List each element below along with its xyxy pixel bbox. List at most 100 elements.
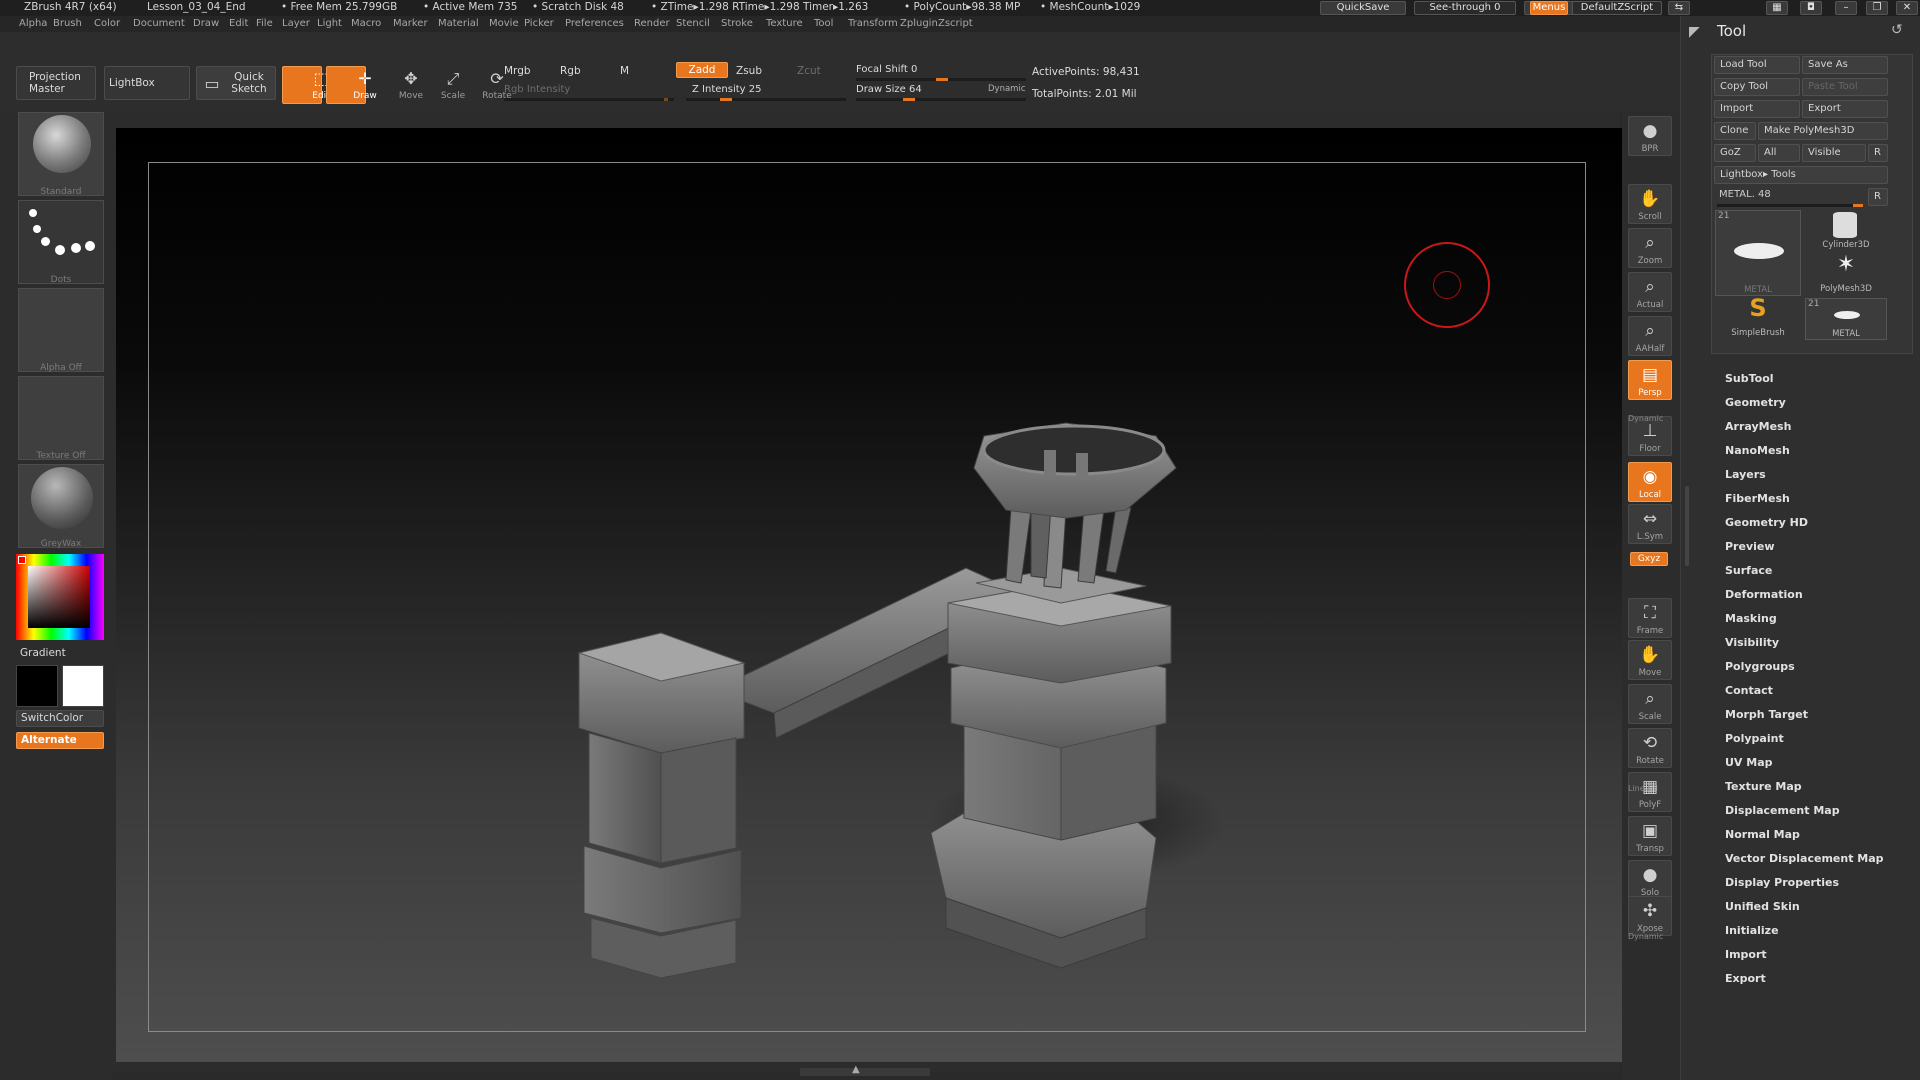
subpalette-subtool[interactable]: SubTool bbox=[1725, 372, 1774, 385]
rotate-mode-button[interactable]: ⟳ Rotate bbox=[458, 66, 511, 104]
tool-thumb-simplebrush[interactable]: S SimpleBrush bbox=[1715, 294, 1801, 340]
dynamic-toggle[interactable]: Dynamic bbox=[988, 84, 1026, 94]
menu-color[interactable]: Color bbox=[94, 16, 120, 32]
lock-icon[interactable]: ◘ bbox=[1800, 1, 1822, 15]
mrgb-button[interactable]: Mrgb bbox=[504, 65, 531, 77]
subpalette-surface[interactable]: Surface bbox=[1725, 564, 1772, 577]
subpalette-layers[interactable]: Layers bbox=[1725, 468, 1766, 481]
close-icon[interactable]: ✕ bbox=[1896, 1, 1918, 15]
goz-all-button[interactable]: All bbox=[1758, 144, 1800, 162]
zsub-button[interactable]: Zsub bbox=[736, 65, 762, 77]
menu-brush[interactable]: Brush bbox=[53, 16, 82, 32]
maximize-icon[interactable]: ❐ bbox=[1866, 1, 1888, 15]
minimize-icon[interactable]: – bbox=[1835, 1, 1857, 15]
switchcolor-button[interactable]: SwitchColor bbox=[16, 710, 104, 727]
gradient-label[interactable]: Gradient bbox=[20, 647, 66, 659]
subpalette-visibility[interactable]: Visibility bbox=[1725, 636, 1779, 649]
bpr-button[interactable]: ● BPR bbox=[1628, 116, 1672, 156]
subpalette-initialize[interactable]: Initialize bbox=[1725, 924, 1779, 937]
alpha-selector[interactable]: Alpha Off bbox=[18, 288, 104, 373]
palette-toggle-icon[interactable]: ⇆ bbox=[1668, 1, 1690, 15]
tool-thumb-polymesh3d[interactable]: ✶ PolyMesh3D bbox=[1805, 252, 1887, 294]
menu-document[interactable]: Document bbox=[133, 16, 185, 32]
actual-button[interactable]: ⌕ Actual bbox=[1628, 272, 1672, 312]
edit-mode-button[interactable]: ⬚ Edit bbox=[282, 66, 330, 104]
transp-button[interactable]: ▣ Transp bbox=[1628, 816, 1672, 856]
menu-tool[interactable]: Tool bbox=[814, 16, 833, 32]
subpalette-deformation[interactable]: Deformation bbox=[1725, 588, 1803, 601]
import-button[interactable]: Import bbox=[1714, 100, 1800, 118]
menu-stencil[interactable]: Stencil bbox=[676, 16, 710, 32]
goz-visible-button[interactable]: Visible bbox=[1802, 144, 1866, 162]
l-sym-button[interactable]: ⇔ L.Sym bbox=[1628, 504, 1672, 544]
make-polymesh-button[interactable]: Make PolyMesh3D bbox=[1758, 122, 1888, 140]
paste-tool-button[interactable]: Paste Tool bbox=[1802, 78, 1888, 96]
xyz-symmetry-button[interactable]: Gxyz bbox=[1630, 552, 1668, 566]
menu-zscript[interactable]: Zscript bbox=[938, 16, 973, 32]
texture-selector[interactable]: Texture Off bbox=[18, 376, 104, 461]
menu-preferences[interactable]: Preferences bbox=[565, 16, 624, 32]
document-canvas[interactable] bbox=[116, 128, 1622, 1062]
rgb-intensity-slider[interactable] bbox=[504, 98, 674, 101]
rotate-button[interactable]: ⟲ Rotate bbox=[1628, 728, 1672, 768]
subpalette-nanomesh[interactable]: NanoMesh bbox=[1725, 444, 1790, 457]
tool-r-button[interactable]: R bbox=[1868, 188, 1888, 206]
tool-thumb-metal[interactable]: 21 METAL bbox=[1715, 210, 1801, 296]
subpalette-normal-map[interactable]: Normal Map bbox=[1725, 828, 1800, 841]
menu-transform[interactable]: Transform bbox=[848, 16, 898, 32]
menu-macro[interactable]: Macro bbox=[351, 16, 381, 32]
zoom-button[interactable]: ⌕ Zoom bbox=[1628, 228, 1672, 268]
subpalette-texture-map[interactable]: Texture Map bbox=[1725, 780, 1802, 793]
quick-sketch-button[interactable]: ▭ Quick Sketch bbox=[196, 66, 276, 100]
subpalette-unified-skin[interactable]: Unified Skin bbox=[1725, 900, 1800, 913]
stroke-selector[interactable]: Dots bbox=[18, 200, 104, 285]
menu-stroke[interactable]: Stroke bbox=[721, 16, 753, 32]
menus-button[interactable]: Menus bbox=[1530, 1, 1568, 15]
subpalette-masking[interactable]: Masking bbox=[1725, 612, 1777, 625]
subpalette-import[interactable]: Import bbox=[1725, 948, 1767, 961]
color-square[interactable] bbox=[28, 566, 90, 628]
menu-file[interactable]: File bbox=[256, 16, 273, 32]
quicksave-button[interactable]: QuickSave bbox=[1320, 1, 1406, 15]
menu-alpha[interactable]: Alpha bbox=[19, 16, 47, 32]
default-zscript-button[interactable]: DefaultZScript bbox=[1572, 1, 1662, 15]
zadd-button[interactable]: Zadd bbox=[676, 62, 728, 78]
subpalette-contact[interactable]: Contact bbox=[1725, 684, 1773, 697]
subpalette-fibermesh[interactable]: FiberMesh bbox=[1725, 492, 1790, 505]
menu-material[interactable]: Material bbox=[438, 16, 479, 32]
menu-movie[interactable]: Movie bbox=[489, 16, 519, 32]
menu-layer[interactable]: Layer bbox=[282, 16, 310, 32]
subpalette-displacement-map[interactable]: Displacement Map bbox=[1725, 804, 1840, 817]
subpalette-morph-target[interactable]: Morph Target bbox=[1725, 708, 1808, 721]
rgb-button[interactable]: Rgb bbox=[560, 65, 581, 77]
clone-button[interactable]: Clone bbox=[1714, 122, 1756, 140]
menu-render[interactable]: Render bbox=[634, 16, 670, 32]
subpalette-vector-displacement-map[interactable]: Vector Displacement Map bbox=[1725, 852, 1884, 865]
brush-selector[interactable]: Standard bbox=[18, 112, 104, 197]
draw-size-slider[interactable] bbox=[856, 98, 1026, 101]
primary-color-swatch[interactable] bbox=[62, 665, 104, 707]
scale-button[interactable]: ⌕ Scale bbox=[1628, 684, 1672, 724]
color-picker[interactable] bbox=[16, 554, 104, 640]
subpalette-geometry-hd[interactable]: Geometry HD bbox=[1725, 516, 1808, 529]
palette-reset-icon[interactable]: ↺ bbox=[1891, 22, 1903, 38]
focal-shift-slider[interactable] bbox=[856, 78, 1026, 81]
local-button[interactable]: ◉ Local bbox=[1628, 462, 1672, 502]
goz-r-button[interactable]: R bbox=[1868, 144, 1888, 162]
subpalette-polygroups[interactable]: Polygroups bbox=[1725, 660, 1795, 673]
menu-picker[interactable]: Picker bbox=[524, 16, 554, 32]
scale-mode-button[interactable]: ⤢ Scale bbox=[414, 66, 465, 104]
scroll-button[interactable]: ✋ Scroll bbox=[1628, 184, 1672, 224]
subpalette-arraymesh[interactable]: ArrayMesh bbox=[1725, 420, 1791, 433]
draw-mode-button[interactable]: ✛ Draw bbox=[326, 66, 377, 104]
frame-button[interactable]: ⛶ Frame bbox=[1628, 598, 1672, 638]
subpalette-polypaint[interactable]: Polypaint bbox=[1725, 732, 1784, 745]
solo-button[interactable]: ● Solo bbox=[1628, 860, 1672, 900]
tool-thumb-metal-2[interactable]: 21 METAL bbox=[1805, 298, 1887, 340]
move-button[interactable]: ✋ Move bbox=[1628, 640, 1672, 680]
subpalette-preview[interactable]: Preview bbox=[1725, 540, 1775, 553]
tool-thumb-cylinder3d[interactable]: Cylinder3D bbox=[1805, 210, 1887, 250]
menu-zplugin[interactable]: Zplugin bbox=[900, 16, 938, 32]
persp-button[interactable]: ▤ Persp bbox=[1628, 360, 1672, 400]
alternate-button[interactable]: Alternate bbox=[16, 732, 104, 749]
